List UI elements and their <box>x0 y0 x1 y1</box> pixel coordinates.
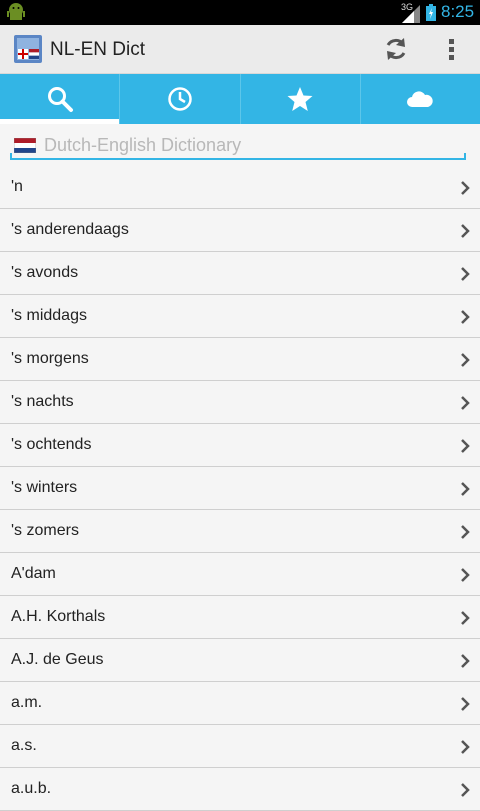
list-item[interactable]: 's middags <box>0 295 480 338</box>
list-item[interactable]: a.s. <box>0 725 480 768</box>
list-item[interactable]: 's anderendaags <box>0 209 480 252</box>
word-label: a.m. <box>11 694 43 711</box>
tab-bar <box>0 74 480 124</box>
app-title: NL-EN Dict <box>50 39 146 60</box>
word-label: 's nachts <box>11 393 74 410</box>
list-item[interactable]: a.m. <box>0 682 480 725</box>
list-item[interactable]: 's winters <box>0 467 480 510</box>
chevron-right-icon <box>461 482 470 496</box>
chevron-right-icon <box>461 697 470 711</box>
search-icon <box>47 87 73 112</box>
status-bar: 3G 8:25 <box>0 0 480 25</box>
overflow-menu-icon[interactable] <box>440 33 464 65</box>
chevron-right-icon <box>461 611 470 625</box>
refresh-icon[interactable] <box>380 33 412 65</box>
dutch-flag-icon <box>14 138 36 153</box>
list-item[interactable]: a.u.b. <box>0 768 480 811</box>
cloud-icon <box>407 91 434 107</box>
app-logo-icon <box>14 35 42 63</box>
word-label: 's anderendaags <box>11 221 129 238</box>
list-item[interactable]: 's morgens <box>0 338 480 381</box>
tab-favorites[interactable] <box>241 74 361 124</box>
word-label: 's middags <box>11 307 87 324</box>
word-label: 's winters <box>11 479 78 496</box>
history-icon <box>168 87 192 111</box>
word-label: a.s. <box>11 737 37 754</box>
search-underline <box>10 153 466 160</box>
word-label: 's ochtends <box>11 436 92 453</box>
search-input[interactable] <box>44 131 464 159</box>
chevron-right-icon <box>461 181 470 195</box>
word-label: 's zomers <box>11 522 79 539</box>
chevron-right-icon <box>461 310 470 324</box>
chevron-right-icon <box>461 525 470 539</box>
word-label: 's avonds <box>11 264 79 281</box>
list-item[interactable]: 'n <box>0 166 480 209</box>
list-item[interactable]: 's ochtends <box>0 424 480 467</box>
chevron-right-icon <box>461 568 470 582</box>
list-item[interactable]: A'dam <box>0 553 480 596</box>
list-item[interactable]: 's avonds <box>0 252 480 295</box>
chevron-right-icon <box>461 439 470 453</box>
word-label: 's morgens <box>11 350 89 367</box>
word-list[interactable]: 'n 's anderendaags 's avonds 's middags 's m… <box>0 166 480 811</box>
word-label: A'dam <box>11 565 56 582</box>
word-label: A.H. Korthals <box>11 608 106 625</box>
battery-icon <box>426 4 436 21</box>
list-item[interactable]: 's nachts <box>0 381 480 424</box>
list-item[interactable]: A.J. de Geus <box>0 639 480 682</box>
signal-icon <box>402 5 420 23</box>
word-label: 'n <box>11 178 23 195</box>
tab-history[interactable] <box>120 74 241 124</box>
android-icon <box>7 3 25 20</box>
chevron-right-icon <box>461 267 470 281</box>
list-item[interactable]: A.H. Korthals <box>0 596 480 639</box>
action-bar: NL-EN Dict <box>0 25 480 74</box>
star-icon <box>287 87 313 111</box>
clock: 8:25 <box>441 2 475 21</box>
chevron-right-icon <box>461 740 470 754</box>
chevron-right-icon <box>461 654 470 668</box>
chevron-right-icon <box>461 396 470 410</box>
tab-search[interactable] <box>0 74 121 124</box>
tab-cloud[interactable] <box>361 74 480 124</box>
word-label: a.u.b. <box>11 780 52 797</box>
chevron-right-icon <box>461 783 470 797</box>
word-label: A.J. de Geus <box>11 651 104 668</box>
list-item[interactable]: 's zomers <box>0 510 480 553</box>
chevron-right-icon <box>461 224 470 238</box>
chevron-right-icon <box>461 353 470 367</box>
